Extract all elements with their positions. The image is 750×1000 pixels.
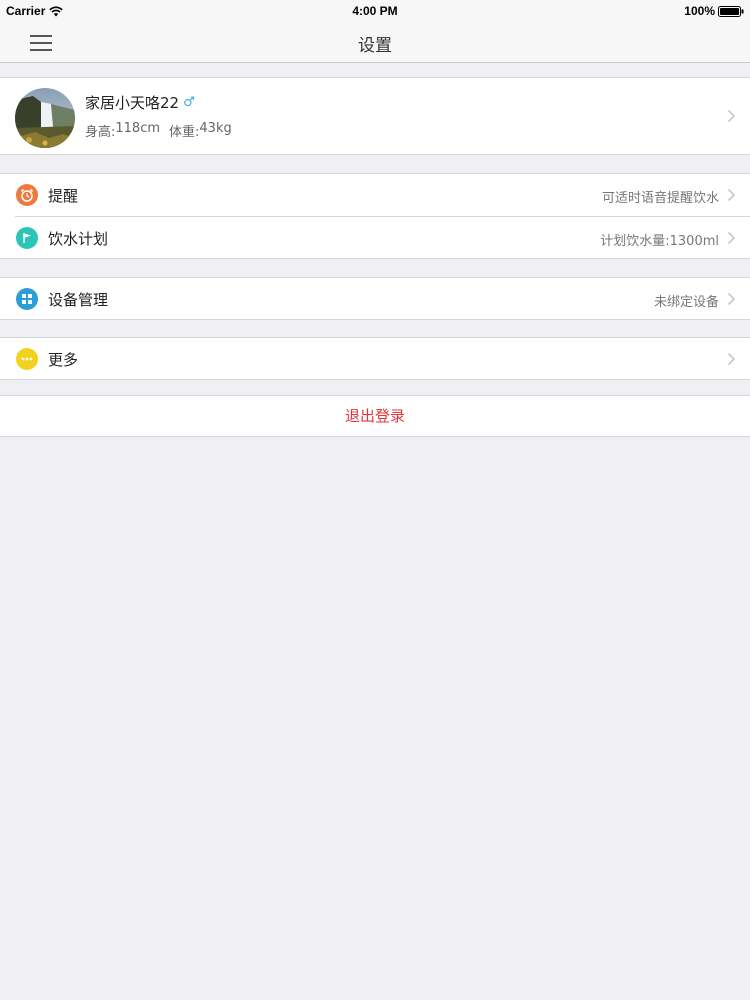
logout-button[interactable]: 退出登录 [0,396,750,436]
height-value: 118cm [115,121,161,136]
chevron-right-icon [727,109,736,123]
chevron-right-icon [727,231,736,245]
chevron-right-icon [727,292,736,306]
profile-stats: 身高: 118cm 体重: 43kg [85,121,232,140]
reminder-detail: 可适时语音提醒饮水 [601,191,719,206]
status-bar: Carrier 4:00 PM 100% [0,0,750,22]
more-row[interactable]: 更多 [0,338,750,380]
battery-icon [718,5,744,17]
profile-card[interactable]: 家居小天咯22 ♂ 身高: 118cm 体重: 43kg [0,77,750,155]
drinking-plan-detail: 计划饮水量:1300ml [600,234,719,249]
status-time: 4:00 PM [352,4,398,18]
battery-percent: 100% [684,4,715,18]
weight-label: 体重: [169,125,200,140]
device-management-row[interactable]: 设备管理 未绑定设备 [0,278,750,320]
settings-group-device: 设备管理 未绑定设备 [0,277,750,320]
chevron-right-icon [727,352,736,366]
avatar [15,88,75,148]
ellipsis-icon [16,348,38,370]
profile-name-line: 家居小天咯22 ♂ [85,92,195,113]
drinking-plan-row[interactable]: 饮水计划 计划饮水量:1300ml [0,217,750,259]
more-label: 更多 [48,351,79,369]
settings-group-more: 更多 [0,337,750,380]
battery-indicator: 100% [684,4,744,18]
weight-value: 43kg [199,121,232,136]
flag-icon [16,227,38,249]
settings-group-water: 提醒 可适时语音提醒饮水 饮水计划 计划饮水量:1300ml [0,173,750,259]
profile-name: 家居小天咯22 [85,94,180,112]
height-label: 身高: [85,125,116,140]
chevron-right-icon [727,188,736,202]
reminder-row[interactable]: 提醒 可适时语音提醒饮水 [0,174,750,216]
male-gender-icon: ♂ [183,95,195,110]
device-management-label: 设备管理 [48,291,109,309]
grid-icon [16,288,38,310]
navigation-bar: 设置 [0,22,750,63]
device-management-detail: 未绑定设备 [653,295,719,310]
drinking-plan-label: 饮水计划 [48,230,109,248]
logout-section: 退出登录 [0,395,750,437]
alarm-clock-icon [16,184,38,206]
reminder-label: 提醒 [48,187,79,205]
page-title: 设置 [358,36,392,56]
